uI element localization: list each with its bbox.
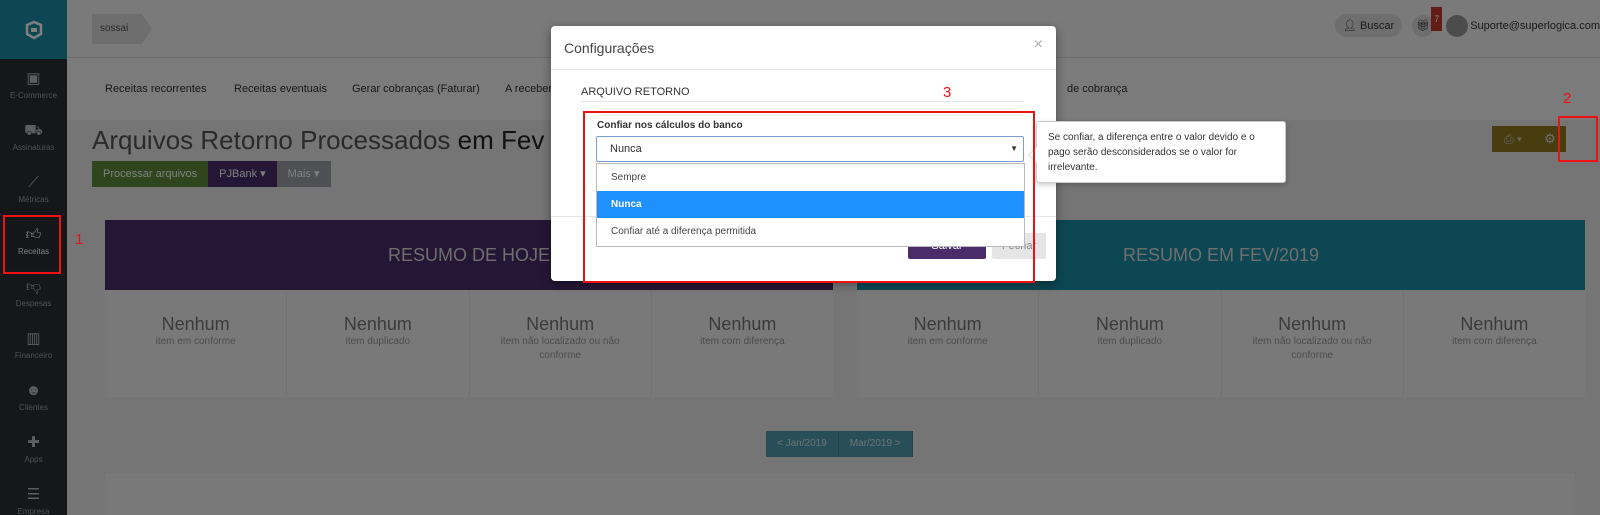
modal-header: Configurações × bbox=[551, 26, 1056, 70]
annotation-number-3: 3 bbox=[943, 84, 952, 101]
annotation-box-2 bbox=[1558, 116, 1598, 162]
annotation-number-1: 1 bbox=[75, 231, 84, 248]
annotation-number-2: 2 bbox=[1563, 90, 1572, 107]
section-title: ARQUIVO RETORNO bbox=[581, 86, 1024, 102]
modal-title: Configurações bbox=[564, 40, 655, 56]
annotation-box-1 bbox=[3, 215, 61, 274]
annotation-box-3 bbox=[583, 111, 1035, 283]
help-tooltip: Se confiar, a diferença entre o valor de… bbox=[1028, 121, 1286, 183]
close-icon[interactable]: × bbox=[1034, 36, 1043, 54]
